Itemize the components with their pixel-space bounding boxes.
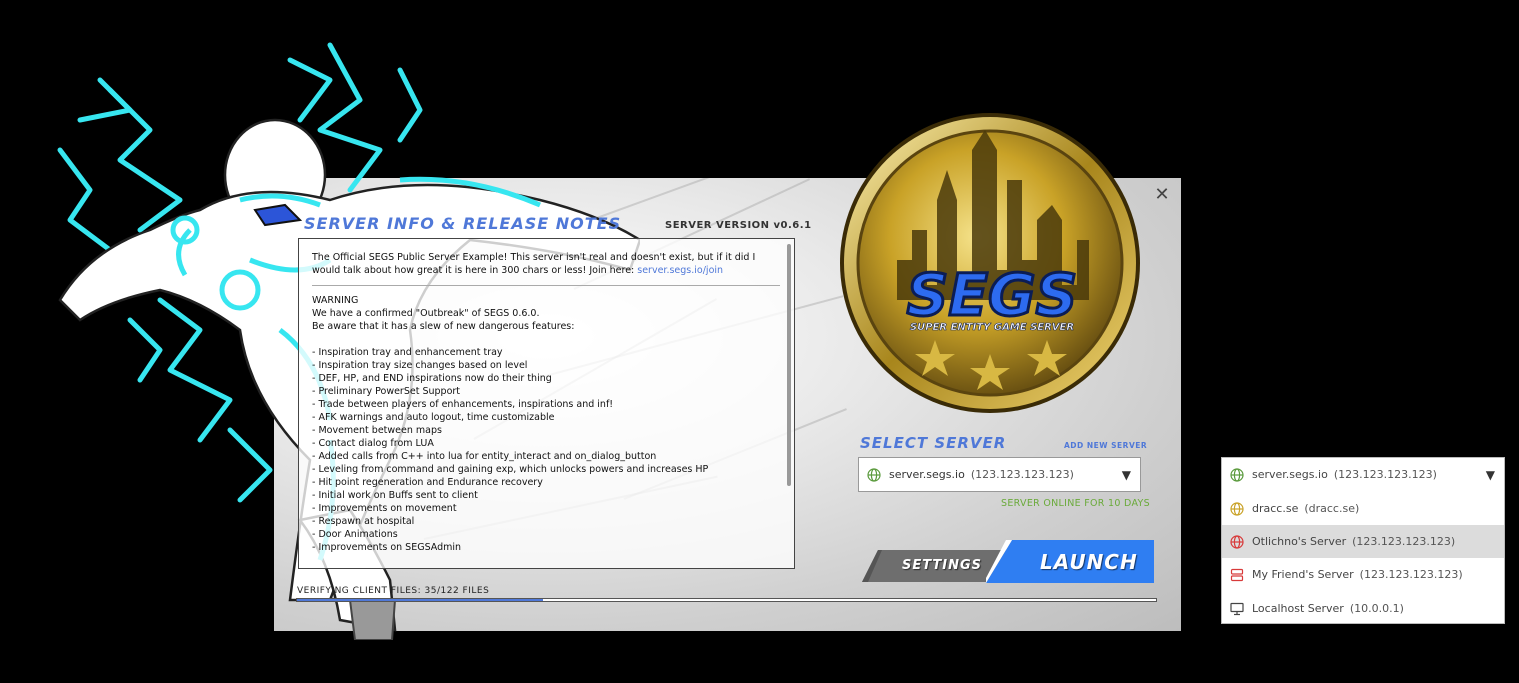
chevron-down-icon: ▼ [1485,467,1495,482]
dropdown-item[interactable]: dracc.se (dracc.se) [1222,492,1504,525]
notes-line: - AFK warnings and auto logout, time cus… [312,412,555,423]
globe-icon [1230,501,1244,516]
notes-line: - Door Animations [312,529,398,540]
notes-line: We have a confirmed "Outbreak" of SEGS 0… [312,308,540,319]
selected-server-name: server.segs.io [889,468,965,481]
chevron-down-icon: ▼ [1121,467,1131,482]
notes-line: - Movement between maps [312,425,442,436]
release-notes-content: The Official SEGS Public Server Example!… [312,251,780,554]
notes-intro: The Official SEGS Public Server Example!… [312,251,780,277]
dropdown-item-name: Localhost Server [1252,602,1344,615]
dropdown-item-address: (123.123.123.123) [1352,535,1456,548]
notes-line: - Respawn at hospital [312,516,415,527]
server-icon [1230,568,1244,581]
notes-line: - Inspiration tray and enhancement tray [312,347,503,358]
join-link[interactable]: server.segs.io/join [637,265,723,276]
notes-line: - Improvements on movement [312,503,457,514]
dropdown-item-address: (dracc.se) [1304,502,1360,515]
server-dropdown[interactable]: server.segs.io (123.123.123.123) ▼ dracc.se… [1221,457,1505,624]
dropdown-item-name: Otlichno's Server [1252,535,1347,548]
notes-line: - Added calls from C++ into lua for enti… [312,451,657,462]
notes-line: - Initial work on Buffs sent to client [312,490,478,501]
dropdown-item-name: server.segs.io [1252,468,1328,481]
dropdown-item-name: My Friend's Server [1252,568,1354,581]
notes-line: - Inspiration tray size changes based on… [312,360,528,371]
notes-line: Be aware that it has a slew of new dange… [312,321,575,332]
close-button[interactable]: ✕ [1152,184,1172,206]
notes-line: WARNING [312,295,359,306]
server-online-status: SERVER ONLINE FOR 10 DAYS [1001,498,1150,509]
notes-divider [312,285,780,286]
dropdown-item[interactable]: Localhost Server (10.0.0.1) [1222,592,1504,625]
notes-line: - Preliminary PowerSet Support [312,386,461,397]
settings-button-label: Settings [902,558,983,573]
server-select[interactable]: server.segs.io (123.123.123.123) ▼ [858,457,1141,492]
notes-scrollbar[interactable] [787,244,791,486]
dropdown-item-name: dracc.se [1252,502,1299,515]
server-version-label: SERVER VERSION v0.6.1 [665,220,812,231]
notes-line: - Contact dialog from LUA [312,438,434,449]
notes-line: - Hit point regeneration and Endurance r… [312,477,543,488]
notes-line: - Trade between players of enhancements,… [312,399,614,410]
notes-line: - Leveling from command and gaining exp,… [312,464,709,475]
globe-icon [1230,467,1244,482]
add-new-server-link[interactable]: ADD NEW SERVER [1064,441,1147,450]
dropdown-item-address: (123.123.123.123) [1359,568,1463,581]
notes-line [312,333,780,346]
segs-logo: SEGS SUPER ENTITY GAME SERVER [840,113,1140,413]
server-info-title: Server Info & Release Notes [304,214,622,233]
dropdown-item[interactable]: server.segs.io (123.123.123.123) ▼ [1222,458,1504,491]
dropdown-item-address: (10.0.0.1) [1349,602,1404,615]
verify-progress-bar [296,598,1157,602]
logo-title: SEGS [907,261,1078,329]
dropdown-item[interactable]: My Friend's Server (123.123.123.123) [1222,558,1504,591]
globe-icon [867,467,881,482]
notes-line: - DEF, HP, and END inspirations now do t… [312,373,552,384]
select-server-title: Select Server [860,434,1007,452]
globe-icon [1230,534,1244,549]
launch-button-label: Launch [1040,550,1138,574]
launch-button[interactable]: Launch [986,540,1154,583]
notes-list: WARNING We have a confirmed "Outbreak" of… [312,294,780,554]
selected-server-address: (123.123.123.123) [970,468,1074,481]
dropdown-item[interactable]: Otlichno's Server (123.123.123.123) [1222,525,1504,558]
notes-line: - Improvements on SEGSAdmin [312,542,462,553]
verify-status-label: VERIFYING CLIENT FILES: 35/122 FILES [297,586,490,596]
release-notes-panel[interactable]: The Official SEGS Public Server Example!… [298,238,795,569]
dropdown-item-address: (123.123.123.123) [1333,468,1437,481]
logo-subtitle: SUPER ENTITY GAME SERVER [910,322,1074,333]
verify-progress-fill [297,599,544,601]
monitor-icon [1230,602,1244,615]
